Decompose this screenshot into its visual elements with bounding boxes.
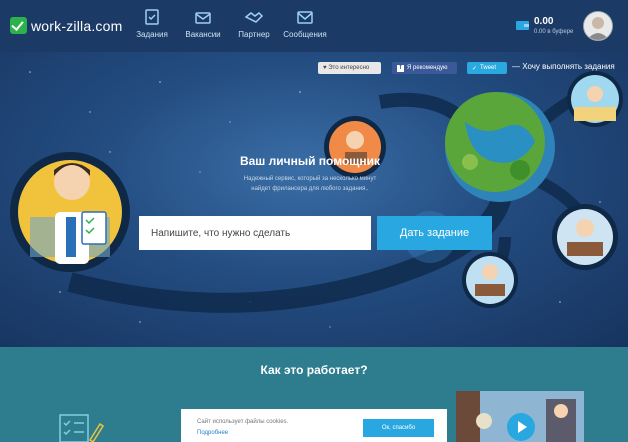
give-task-button[interactable]: Дать задание xyxy=(377,216,492,250)
hero-title: Ваш личный помощник xyxy=(239,154,381,168)
page: work-zilla.com Задания Вакансии Партнер … xyxy=(0,0,628,442)
nav-vacancies-label: Вакансии xyxy=(185,30,221,39)
hero-subtitle-line1: Надежный сервис, который за несколько ми… xyxy=(243,176,377,182)
vacancies-icon xyxy=(195,12,211,24)
hero-section: ♥ Это интересно f Я рекомендую ✓ Tweet —… xyxy=(0,52,628,347)
nav-tasks[interactable]: Задания xyxy=(128,8,176,39)
nav-messages-label: Сообщения xyxy=(283,30,327,39)
cookie-more-link[interactable]: Подробнее xyxy=(197,430,228,436)
logo[interactable]: work-zilla.com xyxy=(10,17,122,34)
logo-text: work-zilla.com xyxy=(31,17,123,34)
cookie-ok-button[interactable]: Ок, спасибо xyxy=(363,419,434,437)
cookie-text: Сайт использует файлы cookies. xyxy=(197,419,289,425)
nav-partner-label: Партнер xyxy=(238,30,270,39)
nav-partner[interactable]: Партнер xyxy=(230,8,278,39)
cookie-banner: Сайт использует файлы cookies. Подробнее… xyxy=(181,409,447,442)
partner-icon xyxy=(244,12,264,23)
top-header: work-zilla.com Задания Вакансии Партнер … xyxy=(0,0,628,52)
messages-icon xyxy=(297,11,313,24)
buffer-amount: 0.00 в буфере xyxy=(534,29,574,35)
want-to-do-link[interactable]: — Хочу выполнять задания xyxy=(512,62,615,71)
balance-amount: 0.00 xyxy=(534,16,554,27)
avatar-image xyxy=(584,12,612,40)
tweet-label: Tweet xyxy=(480,65,497,71)
twitter-icon: ✓ xyxy=(472,65,478,72)
nav-vacancies[interactable]: Вакансии xyxy=(179,8,227,39)
hero-subtitle-line2: найдет фрилансера для любого задания.. xyxy=(251,186,369,192)
hero-illustration xyxy=(10,71,623,328)
nav-tasks-label: Задания xyxy=(136,30,168,39)
share-recommend-label: Я рекомендую xyxy=(407,65,448,71)
share-recommend-button[interactable]: f Я рекомендую xyxy=(392,62,457,74)
checklist-icon xyxy=(59,414,104,442)
play-button[interactable] xyxy=(507,413,535,441)
facebook-icon: f xyxy=(397,64,404,72)
how-it-works-title: Как это работает? xyxy=(260,363,368,377)
tweet-button[interactable]: ✓ Tweet xyxy=(467,62,507,74)
user-avatar[interactable] xyxy=(583,11,613,41)
hero-subtitle: Надежный сервис, который за несколько ми… xyxy=(218,174,402,194)
how-it-works-section: Как это работает? Сайт использует файлы … xyxy=(0,347,628,442)
wallet-icon xyxy=(516,21,529,30)
tasks-icon xyxy=(145,9,159,25)
task-input[interactable] xyxy=(139,216,371,250)
checkmark-logo-icon xyxy=(10,17,27,34)
nav-messages[interactable]: Сообщения xyxy=(281,8,329,39)
main-nav: Задания Вакансии Партнер Сообщения xyxy=(128,8,332,39)
share-interesting-button[interactable]: ♥ Это интересно xyxy=(318,62,381,74)
